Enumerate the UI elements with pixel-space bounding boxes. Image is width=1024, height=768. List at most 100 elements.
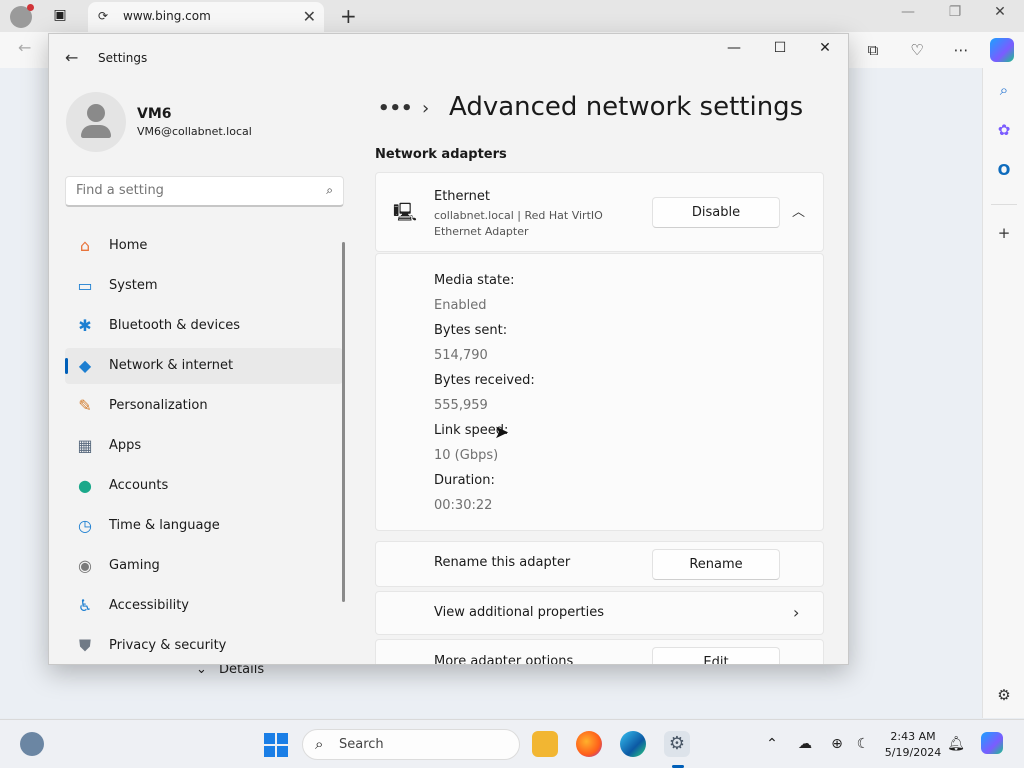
chevron-up-icon[interactable]: ︿ [792, 201, 805, 220]
outlook-icon[interactable]: O [993, 161, 1015, 183]
property-label: Bytes received: [434, 373, 535, 388]
settings-app-icon[interactable]: ⚙ [664, 731, 690, 757]
breadcrumb-more-button[interactable]: ••• [378, 98, 413, 119]
sidebar-item-apps[interactable]: ▦ Apps [65, 428, 343, 464]
edit-button[interactable]: Edit [652, 647, 780, 664]
edge-icon[interactable] [620, 731, 646, 757]
chevron-right-icon: › [793, 603, 800, 622]
start-button[interactable] [264, 733, 288, 757]
disable-button[interactable]: Disable [652, 197, 780, 228]
sidebar-item-label: Privacy & security [109, 638, 227, 653]
clock[interactable]: 2:43 AM 5/19/2024 [880, 729, 946, 761]
monitor-icon: ▭ [77, 276, 93, 295]
view-properties-row[interactable]: View additional properties › [375, 591, 824, 635]
browser-back-icon[interactable]: ← [18, 38, 31, 57]
apps-icon: ▦ [77, 436, 93, 455]
property-label: Duration: [434, 473, 495, 488]
copilot-icon[interactable] [990, 38, 1014, 62]
sidebar-item-label: Home [109, 238, 148, 253]
bing-favicon-icon: ⟳ [98, 9, 109, 23]
property-value: 10 (Gbps) [434, 448, 499, 463]
maximize-button[interactable]: ☐ [765, 40, 795, 56]
tab-actions-icon[interactable]: ▣ [50, 7, 70, 25]
rename-button[interactable]: Rename [652, 549, 780, 580]
sidebar-nav: ⌂ Home ▭ System ✱ Bluetooth & devices ◆ Network… [65, 228, 343, 664]
home-icon: ⌂ [79, 236, 91, 255]
close-button[interactable]: ✕ [810, 40, 840, 56]
sidebar-item-label: Network & internet [109, 358, 234, 373]
brush-icon: ✎ [78, 396, 92, 415]
copilot-taskbar-icon[interactable] [981, 732, 1003, 754]
browser-close-button[interactable]: ✕ [985, 4, 1015, 20]
user-name: VM6 [137, 106, 172, 122]
browser-restore-button[interactable]: ❐ [940, 4, 970, 20]
back-arrow-icon[interactable]: ← [65, 48, 78, 67]
focus-icon[interactable]: ☾ [853, 736, 873, 752]
copilot-designer-icon[interactable]: ✿ [993, 121, 1015, 143]
sidebar-item-label: System [109, 278, 158, 293]
wifi-icon: ◆ [78, 356, 92, 375]
sidebar-item-gaming[interactable]: ◉ Gaming [65, 548, 343, 584]
property-label: Media state: [434, 273, 515, 288]
sidebar-item-label: Gaming [109, 558, 160, 573]
sidebar-item-label: Accounts [109, 478, 169, 493]
notification-bell-icon[interactable]: 🔔︎ [946, 736, 966, 752]
bluetooth-icon: ✱ [78, 316, 92, 335]
adapter-description: collabnet.local | Red Hat VirtIO Etherne… [434, 209, 603, 238]
adapter-details-card: Media state: Enabled Bytes sent: 514,790 Byt… [375, 253, 824, 531]
taskbar-search[interactable]: ⌕ Search [302, 729, 520, 760]
widgets-icon[interactable] [20, 732, 44, 756]
page-title: Advanced network settings [449, 92, 804, 122]
breadcrumb-separator-icon: › [422, 98, 430, 119]
sidebar-item-home[interactable]: ⌂ Home [65, 228, 343, 264]
file-explorer-icon[interactable] [532, 731, 558, 757]
browser-tab[interactable]: ⟳ www.bing.com ✕ [88, 2, 324, 32]
user-email: VM6@collabnet.local [137, 125, 252, 138]
property-value: Enabled [434, 298, 487, 313]
cloud-offline-icon[interactable]: ☁ [795, 736, 815, 752]
chevron-up-icon[interactable]: ⌃ [762, 736, 782, 752]
network-globe-icon[interactable]: ⊕ [827, 736, 847, 752]
search-icon: ⌕ [315, 735, 324, 753]
sidebar-item-privacy-security[interactable]: ⛊ Privacy & security [65, 628, 343, 664]
profile-avatar[interactable] [10, 4, 34, 28]
avatar[interactable] [66, 92, 126, 152]
globe-clock-icon: ◷ [78, 516, 92, 535]
person-icon: ● [78, 476, 92, 495]
sidebar-item-accessibility[interactable]: ♿ Accessibility [65, 588, 343, 624]
search-box[interactable]: ⌕ [65, 176, 344, 207]
minimize-button[interactable]: — [719, 40, 749, 56]
taskbar: ⌕ Search ⚙ ⌃ ☁ ⊕ ☾ 2:43 AM 5/19/2024 🔔︎ [0, 719, 1024, 768]
adapter-header-card[interactable]: 🖳 Ethernet collabnet.local | Red Hat Vir… [375, 172, 824, 252]
shield-icon: ⛊ [78, 636, 91, 655]
clock-date: 5/19/2024 [884, 746, 942, 759]
sidebar-item-network-internet[interactable]: ◆ Network & internet [65, 348, 343, 384]
window-title: Settings [98, 51, 148, 65]
view-properties-label: View additional properties [434, 605, 605, 620]
collections-icon[interactable]: ⧉ [862, 41, 884, 63]
ethernet-adapter-icon: 🖳 [393, 202, 418, 223]
sidebar-item-bluetooth-devices[interactable]: ✱ Bluetooth & devices [65, 308, 343, 344]
more-options-label: More adapter options [434, 654, 574, 665]
taskbar-search-placeholder: Search [339, 737, 384, 752]
gear-icon[interactable]: ⚙ [993, 686, 1015, 708]
sidebar-item-time-language[interactable]: ◷ Time & language [65, 508, 343, 544]
firefox-icon[interactable] [576, 731, 602, 757]
property-value: 514,790 [434, 348, 488, 363]
search-icon[interactable]: ⌕ [326, 183, 333, 198]
search-input[interactable] [76, 183, 306, 198]
sidebar-item-personalization[interactable]: ✎ Personalization [65, 388, 343, 424]
browser-essentials-icon[interactable]: ♡ [906, 41, 928, 63]
browser-tab-bar: ▣ ⟳ www.bing.com ✕ + — ❐ ✕ [0, 0, 1024, 32]
sidebar-item-accounts[interactable]: ● Accounts [65, 468, 343, 504]
tab-title: www.bing.com [123, 9, 211, 23]
tab-close-icon[interactable]: ✕ [303, 7, 316, 26]
rename-row: Rename this adapter Rename [375, 541, 824, 587]
search-icon[interactable]: ⌕ [993, 81, 1015, 103]
sidebar-item-system[interactable]: ▭ System [65, 268, 343, 304]
more-options-icon[interactable]: ⋯ [950, 41, 972, 63]
new-tab-button[interactable]: + [340, 4, 357, 28]
browser-minimize-button[interactable]: — [893, 4, 923, 20]
add-icon[interactable]: + [993, 224, 1015, 246]
scrollbar[interactable] [342, 242, 345, 602]
